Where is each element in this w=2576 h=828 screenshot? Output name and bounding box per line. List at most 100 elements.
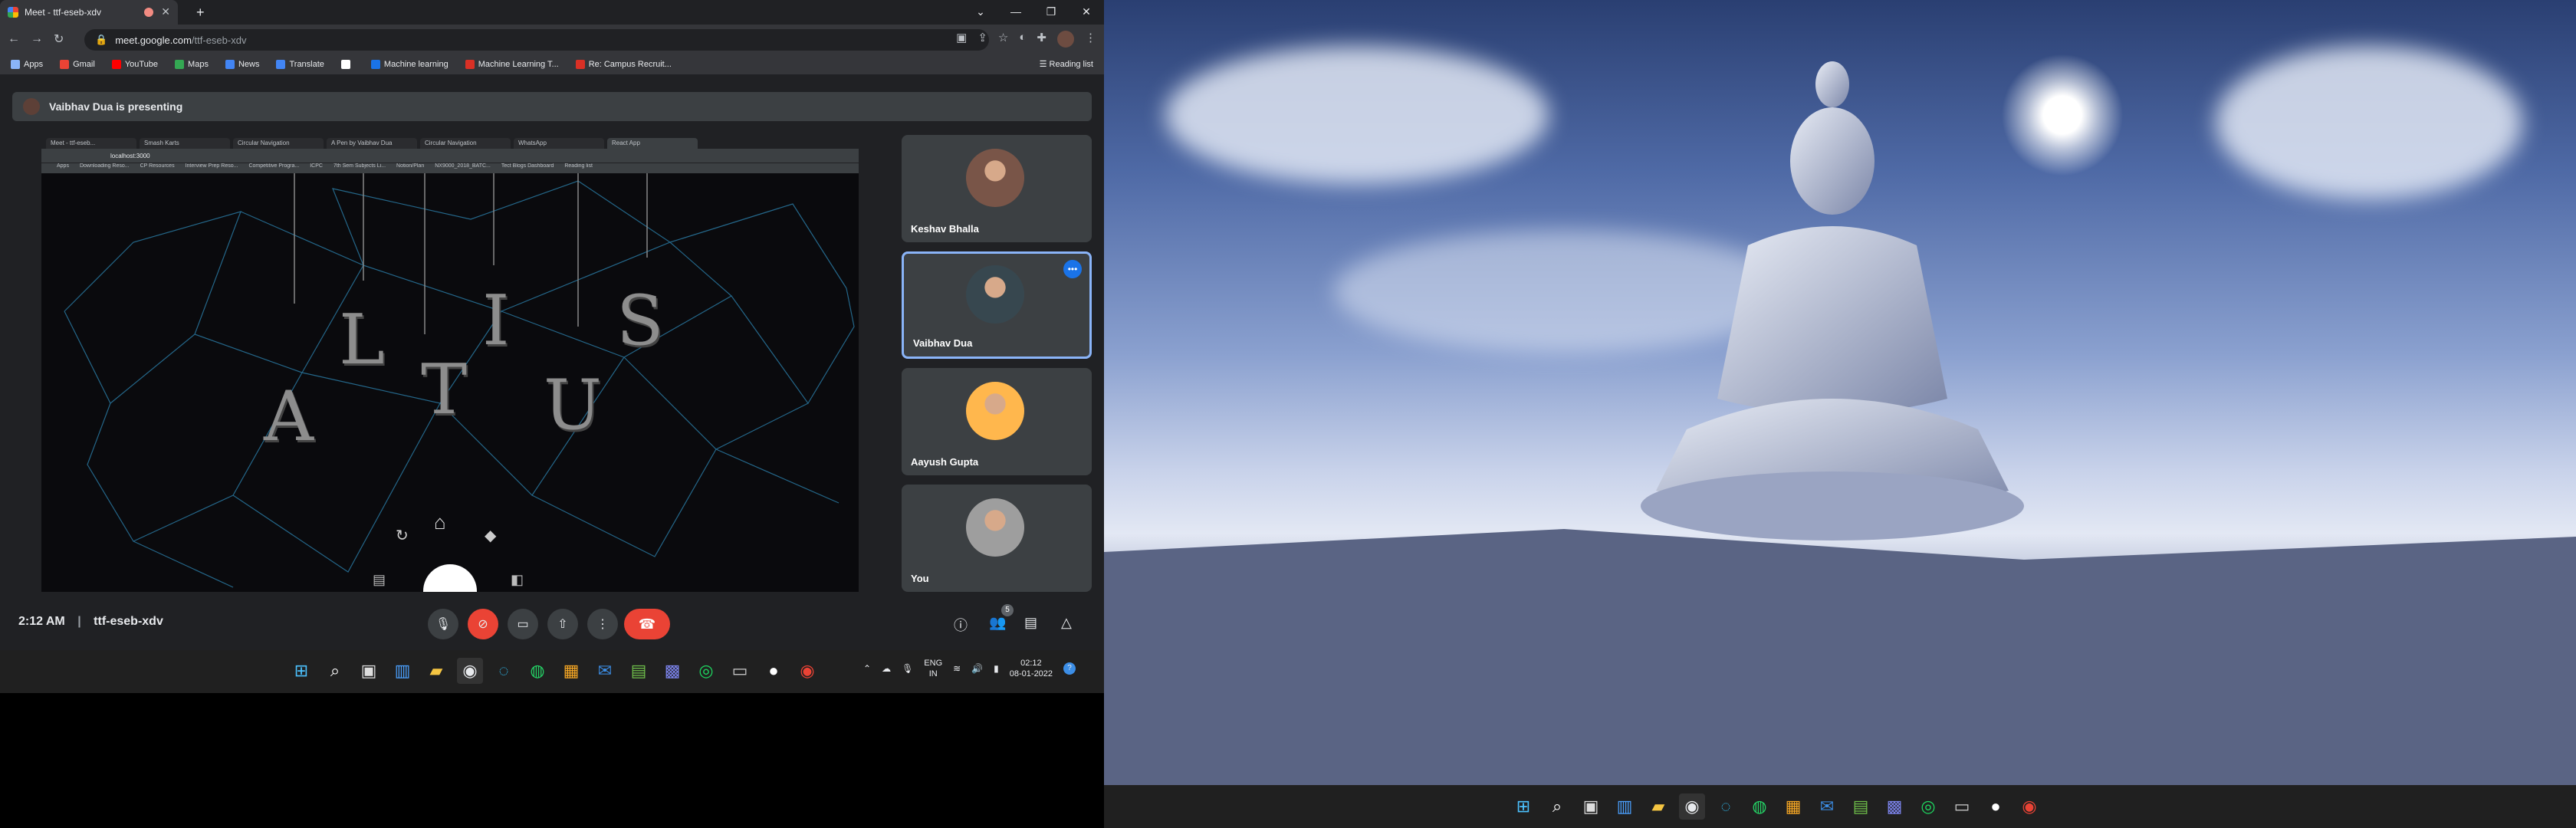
bookmark-item[interactable]: Maps [175, 59, 209, 69]
chrome-icon[interactable]: ◉ [1679, 794, 1705, 820]
camera-off-button[interactable]: ⊘ [468, 609, 498, 639]
bookmark-item[interactable]: Machine Learning T... [465, 59, 559, 69]
close-window-button[interactable]: ✕ [1069, 0, 1104, 25]
back-button[interactable]: ← [8, 32, 20, 46]
present-button[interactable]: ⇧ [547, 609, 578, 639]
bookmark-item[interactable]: Apps [11, 59, 44, 69]
terminal-icon[interactable]: ▭ [1949, 794, 1975, 820]
whatsapp-icon[interactable]: ◍ [524, 658, 550, 684]
close-tab-icon[interactable]: ✕ [161, 5, 170, 18]
chrome-profile-icon[interactable]: ◉ [2016, 794, 2042, 820]
teams-icon[interactable]: ▩ [659, 658, 685, 684]
presenting-label: Vaibhav Dua is presenting [49, 100, 183, 113]
task-view-icon[interactable]: ▣ [1578, 794, 1604, 820]
bookmark-favicon-icon [370, 59, 380, 69]
home-icon[interactable]: ⌂ [434, 511, 446, 534]
bookmark-item[interactable]: Translate [276, 59, 324, 69]
meeting-details-icon[interactable]: ⓘ [954, 615, 968, 635]
mic-tray-icon[interactable]: 🎙 [902, 663, 913, 674]
new-tab-button[interactable]: + [196, 5, 205, 21]
widgets-icon[interactable]: ▥ [1612, 794, 1638, 820]
volume-icon[interactable]: 🔊 [971, 663, 983, 674]
bookmark-item[interactable]: News [225, 59, 259, 69]
app-icon[interactable]: ● [761, 658, 787, 684]
mail-icon[interactable]: ✉ [1814, 794, 1840, 820]
wifi-icon[interactable]: ≋ [953, 663, 961, 674]
forward-button[interactable]: → [31, 32, 43, 46]
tag-nav-icon[interactable]: ◆ [485, 526, 496, 545]
chrome-icon[interactable]: ◉ [457, 658, 483, 684]
shared-tab: WhatsApp [514, 138, 604, 149]
bookmark-favicon-icon [340, 59, 350, 69]
profile-avatar[interactable] [1057, 31, 1074, 48]
chat-icon[interactable]: ▤ [1024, 615, 1037, 631]
bookmark-star-icon[interactable]: ☆ [998, 31, 1008, 48]
more-options-button[interactable]: ⋮ [587, 609, 618, 639]
start-icon[interactable]: ⊞ [1510, 794, 1536, 820]
tab-meet[interactable]: Meet - ttf-eseb-xdv ✕ [0, 0, 178, 25]
bookmark-item[interactable]: Re: Campus Recruit... [575, 59, 672, 69]
tab-search-icon[interactable]: ⌄ [963, 0, 998, 25]
participant-tile[interactable]: Keshav Bhalla [902, 135, 1092, 242]
k-nav-icon[interactable]: ◧ [511, 572, 524, 588]
address-bar[interactable]: 🔒 meet.google.com/ttf-eseb-xdv [84, 29, 989, 51]
maximize-button[interactable]: ❐ [1033, 0, 1069, 25]
people-icon[interactable]: 👥 [989, 615, 1006, 631]
reading-list-label: Reading list [1049, 60, 1093, 69]
chrome-profile-icon[interactable]: ◉ [794, 658, 820, 684]
app-icon[interactable]: ● [1983, 794, 2009, 820]
participant-tile[interactable]: Aayush Gupta [902, 368, 1092, 475]
bookmark-item[interactable]: Gmail [60, 59, 95, 69]
extension-icon[interactable]: ◐ [1019, 31, 1026, 48]
edge-icon[interactable]: ◌ [491, 658, 517, 684]
widgets-icon[interactable]: ▥ [389, 658, 416, 684]
bookmark-item[interactable] [340, 59, 354, 69]
spotify-icon[interactable]: ◎ [1915, 794, 1941, 820]
notepad-icon[interactable]: ▤ [1848, 794, 1874, 820]
bookmark-item[interactable]: YouTube [111, 59, 158, 69]
clock[interactable]: 02:12 08-01-2022 [1010, 658, 1053, 679]
bookmark-label: Apps [24, 59, 44, 69]
teams-icon[interactable]: ▩ [1881, 794, 1907, 820]
start-icon[interactable]: ⊞ [288, 658, 314, 684]
search-icon[interactable]: ⌕ [322, 658, 348, 684]
minimize-button[interactable]: — [998, 0, 1033, 25]
mic-button[interactable]: 🎙 [428, 609, 458, 639]
camera-indicator-icon[interactable]: ▣ [956, 31, 967, 48]
captions-button[interactable]: ▭ [508, 609, 538, 639]
menu-kebab-icon[interactable]: ⋮ [1085, 31, 1096, 48]
bookmark-item[interactable]: Machine learning [370, 59, 449, 69]
reading-list[interactable]: ☰ Reading list [1040, 59, 1093, 69]
file-explorer-icon[interactable]: ▰ [423, 658, 449, 684]
notepad-icon[interactable]: ▤ [626, 658, 652, 684]
battery-icon[interactable]: ▮ [994, 663, 999, 674]
shared-screen: Meet - ttf-eseb... Smash Karts Circular Na… [41, 135, 859, 592]
right-monitor: ⊞ ⌕ ▣ ▥ ▰ ◉ ◌ ◍ ▦ ✉ ▤ ▩ ◎ ▭ ● ◉ [1104, 0, 2576, 828]
file-explorer-icon[interactable]: ▰ [1645, 794, 1671, 820]
store-icon[interactable]: ▦ [558, 658, 584, 684]
search-icon[interactable]: ⌕ [1544, 794, 1570, 820]
url-path: /ttf-eseb-xdv [191, 34, 247, 46]
refresh-nav-icon[interactable]: ↻ [396, 526, 409, 545]
extensions-puzzle-icon[interactable]: ✚ [1037, 31, 1046, 48]
altus-letter-s: S [616, 281, 664, 361]
doc-nav-icon[interactable]: ▤ [373, 572, 386, 588]
reload-button[interactable]: ↻ [54, 31, 64, 47]
end-call-button[interactable]: ☎ [624, 609, 670, 639]
cloud-icon[interactable]: ☁ [882, 663, 891, 674]
help-icon[interactable]: ? [1063, 662, 1076, 675]
edge-icon[interactable]: ◌ [1713, 794, 1739, 820]
terminal-icon[interactable]: ▭ [727, 658, 753, 684]
store-icon[interactable]: ▦ [1780, 794, 1806, 820]
participant-tile-active[interactable]: ••• Vaibhav Dua [902, 251, 1092, 359]
spotify-icon[interactable]: ◎ [693, 658, 719, 684]
mail-icon[interactable]: ✉ [592, 658, 618, 684]
tray-chevron-icon[interactable]: ⌃ [863, 663, 871, 674]
participant-tile[interactable]: You [902, 485, 1092, 592]
whatsapp-icon[interactable]: ◍ [1746, 794, 1773, 820]
share-icon[interactable]: ⇪ [978, 31, 987, 48]
language-indicator[interactable]: ENG IN [924, 658, 942, 679]
task-view-icon[interactable]: ▣ [356, 658, 382, 684]
activities-icon[interactable]: △ [1061, 615, 1072, 631]
shared-bookmark: Reading list [564, 163, 593, 169]
